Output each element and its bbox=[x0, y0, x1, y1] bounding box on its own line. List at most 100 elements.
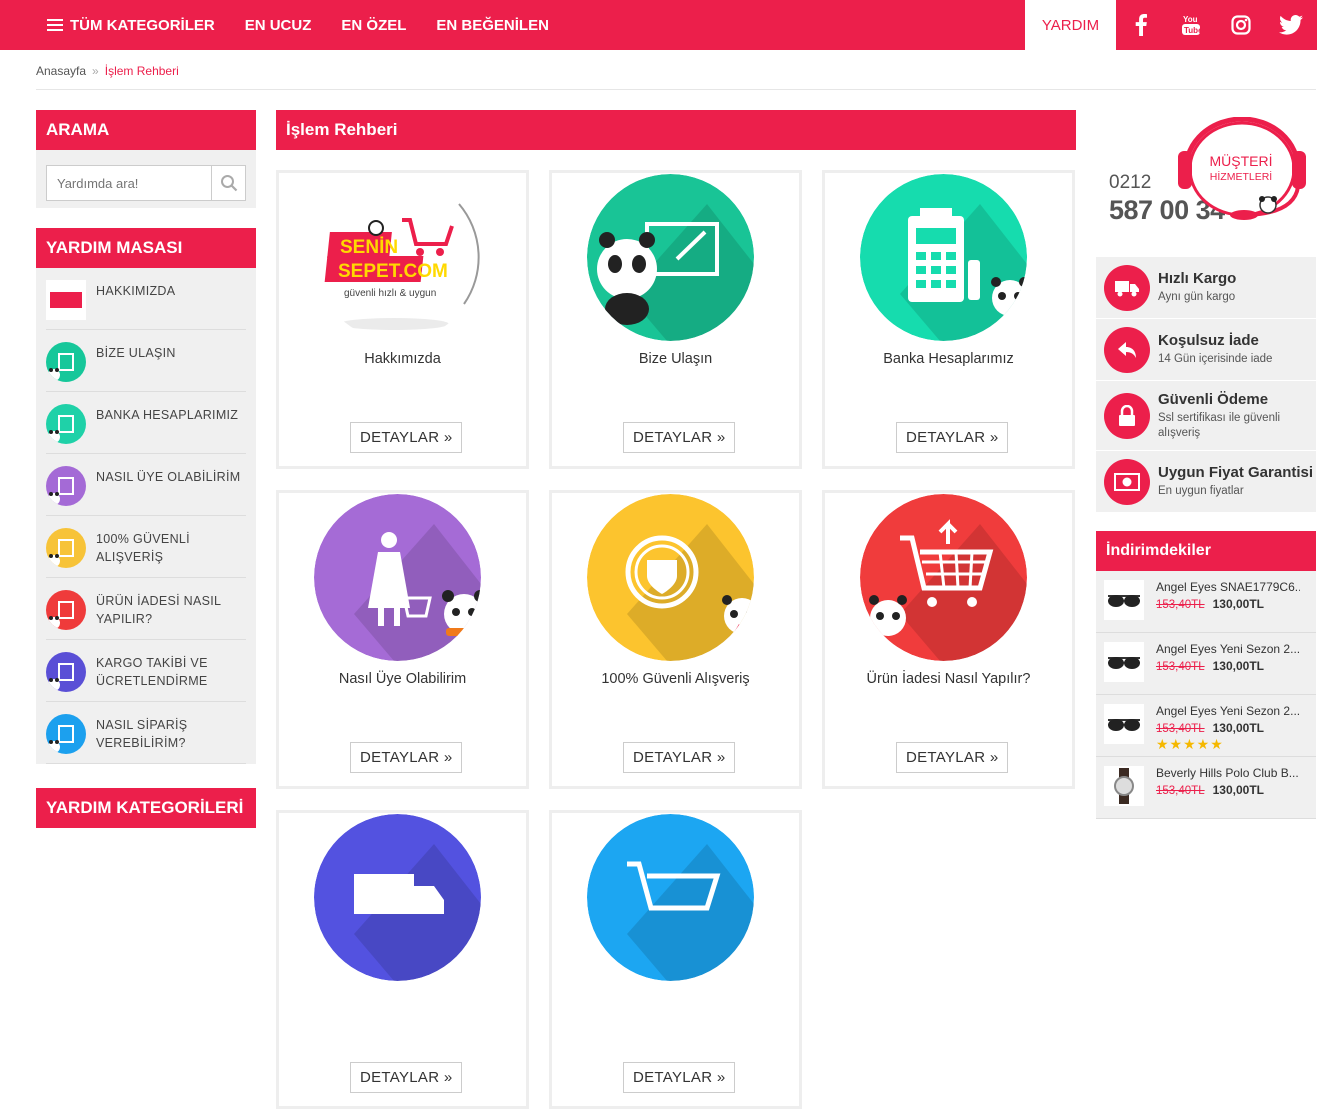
help-item-icon bbox=[46, 342, 86, 382]
twitter-icon[interactable] bbox=[1266, 0, 1316, 50]
new-price: 130,00TL bbox=[1212, 721, 1264, 735]
cart-return-icon[interactable] bbox=[860, 494, 1027, 661]
details-button[interactable]: DETAYLAR » bbox=[350, 742, 463, 773]
old-price: 153,40TL bbox=[1156, 785, 1205, 797]
sunglasses-icon[interactable] bbox=[1104, 580, 1144, 620]
main-nav: TÜM KATEGORİLER EN UCUZ EN ÖZEL EN BEĞEN… bbox=[47, 0, 579, 50]
product-name[interactable]: Angel Eyes SNAE1779C6... bbox=[1156, 580, 1300, 594]
search-box-title: ARAMA bbox=[36, 110, 256, 150]
product-name[interactable]: Angel Eyes Yeni Sezon 2... bbox=[1156, 704, 1300, 718]
details-button[interactable]: DETAYLAR » bbox=[623, 742, 736, 773]
sunglasses-icon[interactable] bbox=[1104, 704, 1144, 744]
guide-card[interactable]: Bize Ulaşın DETAYLAR » bbox=[549, 170, 802, 469]
facebook-icon[interactable] bbox=[1116, 0, 1166, 50]
product-price: 153,40TL 130,00TL bbox=[1156, 659, 1300, 673]
search-input[interactable] bbox=[47, 166, 211, 200]
guide-card[interactable]: Ürün İadesi Nasıl Yapılır? DETAYLAR » bbox=[822, 490, 1075, 789]
product-name[interactable]: Angel Eyes Yeni Sezon 2... bbox=[1156, 642, 1300, 656]
guide-card-title[interactable]: Nasıl Üye Olabilirim bbox=[279, 671, 526, 687]
help-desk-item[interactable]: HAKKIMIZDA bbox=[46, 268, 246, 330]
breadcrumb-home[interactable]: Anasayfa bbox=[36, 64, 86, 78]
details-button[interactable]: DETAYLAR » bbox=[896, 422, 1009, 453]
feature-item: Hızlı Kargo Aynı gün kargo bbox=[1096, 257, 1316, 319]
truck-icon[interactable] bbox=[314, 814, 481, 981]
nav-cheapest[interactable]: EN UCUZ bbox=[245, 17, 312, 34]
support-prefix: 0212 bbox=[1109, 172, 1152, 193]
help-item-icon bbox=[46, 652, 86, 692]
sunglasses-icon[interactable] bbox=[1104, 642, 1144, 682]
help-desk-item[interactable]: ÜRÜN İADESİ NASIL YAPILIR? bbox=[46, 578, 246, 640]
feature-title: Koşulsuz İade bbox=[1158, 332, 1259, 349]
product-price: 153,40TL 130,00TL bbox=[1156, 783, 1300, 797]
help-item-label: ÜRÜN İADESİ NASIL YAPILIR? bbox=[96, 594, 221, 626]
guide-card-title[interactable]: 100% Güvenli Alışveriş bbox=[552, 671, 799, 687]
guide-card[interactable]: Nasıl Üye Olabilirim DETAYLAR » bbox=[276, 490, 529, 789]
nav-special[interactable]: EN ÖZEL bbox=[341, 17, 406, 34]
details-button[interactable]: DETAYLAR » bbox=[350, 422, 463, 453]
help-desk-item[interactable]: NASIL ÜYE OLABİLİRİM bbox=[46, 454, 246, 516]
pos-terminal-icon[interactable] bbox=[860, 174, 1027, 341]
discounts-title: İndirimdekiler bbox=[1096, 531, 1316, 571]
guide-card-title[interactable]: Hakkımızda bbox=[279, 351, 526, 367]
search-button[interactable] bbox=[211, 166, 245, 200]
guide-card[interactable]: SENİN SEPET.COM güvenli hızlı & uygun Hakkı… bbox=[276, 170, 529, 469]
discount-info: Angel Eyes SNAE1779C6... 153,40TL 130,00TL bbox=[1156, 580, 1300, 632]
help-item-label: 100% GÜVENLİ ALIŞVERİŞ bbox=[96, 532, 190, 564]
feature-title: Uygun Fiyat Garantisi bbox=[1158, 464, 1314, 481]
help-desk-item[interactable]: 100% GÜVENLİ ALIŞVERİŞ bbox=[46, 516, 246, 578]
details-button[interactable]: DETAYLAR » bbox=[623, 422, 736, 453]
discount-info: Angel Eyes Yeni Sezon 2... 153,40TL 130,00… bbox=[1156, 704, 1300, 756]
discount-item[interactable]: Angel Eyes Yeni Sezon 2... 153,40TL 130,00… bbox=[1096, 633, 1316, 695]
details-button[interactable]: DETAYLAR » bbox=[896, 742, 1009, 773]
watch-icon[interactable] bbox=[1104, 766, 1144, 806]
guide-card[interactable]: DETAYLAR » bbox=[276, 810, 529, 1109]
lock-icon bbox=[1104, 392, 1150, 439]
help-categories-title: YARDIM KATEGORİLERİ bbox=[36, 788, 256, 828]
guide-card[interactable]: 100% Güvenli Alışveriş DETAYLAR » bbox=[549, 490, 802, 789]
guide-card-title[interactable]: Bize Ulaşın bbox=[552, 351, 799, 367]
details-button[interactable]: DETAYLAR » bbox=[623, 1062, 736, 1093]
help-item-label: HAKKIMIZDA bbox=[96, 284, 176, 298]
nav-most-liked[interactable]: EN BEĞENİLEN bbox=[436, 17, 549, 34]
shield-icon[interactable] bbox=[587, 494, 754, 661]
details-button[interactable]: DETAYLAR » bbox=[350, 1062, 463, 1093]
svg-text:You: You bbox=[1183, 15, 1198, 24]
site-logo[interactable]: SENİN SEPET.COM güvenli hızlı & uygun bbox=[314, 174, 481, 341]
guide-card[interactable]: DETAYLAR » bbox=[549, 810, 802, 1109]
help-desk-item[interactable]: NASIL SİPARİŞ VEREBİLİRİM? bbox=[46, 702, 246, 764]
discount-item[interactable]: Angel Eyes SNAE1779C6... 153,40TL 130,00TL bbox=[1096, 571, 1316, 633]
star-rating: ★★★★★ bbox=[1156, 736, 1224, 752]
discount-item[interactable]: Beverly Hills Polo Club B... 153,40TL 130,… bbox=[1096, 757, 1316, 819]
help-item-label: KARGO TAKİBİ VE ÜCRETLENDİRME bbox=[96, 656, 208, 688]
feature-text: Koşulsuz İade 14 Gün içerisinde iade bbox=[1158, 332, 1272, 367]
help-item-label: NASIL SİPARİŞ VEREBİLİRİM? bbox=[96, 718, 188, 750]
support-label-1: MÜŞTERİ bbox=[1209, 153, 1273, 169]
youtube-icon[interactable]: You Tube bbox=[1166, 0, 1216, 50]
instagram-icon[interactable] bbox=[1216, 0, 1266, 50]
help-desk-list: HAKKIMIZDA BİZE ULAŞIN BANKA HESAPLARIMIZ N… bbox=[36, 268, 256, 764]
discount-item[interactable]: Angel Eyes Yeni Sezon 2... 153,40TL 130,00… bbox=[1096, 695, 1316, 757]
guide-card-title[interactable]: Banka Hesaplarımız bbox=[825, 351, 1072, 367]
help-desk-item[interactable]: BİZE ULAŞIN bbox=[46, 330, 246, 392]
feature-subtitle: En uygun fiyatlar bbox=[1158, 485, 1244, 497]
divider bbox=[36, 89, 1316, 90]
feature-text: Uygun Fiyat Garantisi En uygun fiyatlar bbox=[1158, 464, 1313, 499]
feature-item: Koşulsuz İade 14 Gün içerisinde iade bbox=[1096, 319, 1316, 381]
guide-card[interactable]: Banka Hesaplarımız DETAYLAR » bbox=[822, 170, 1075, 469]
guide-card-title[interactable]: Ürün İadesi Nasıl Yapılır? bbox=[825, 671, 1072, 687]
feature-subtitle: Aynı gün kargo bbox=[1158, 291, 1236, 303]
features-list: Hızlı Kargo Aynı gün kargo Koşulsuz İade 14… bbox=[1096, 257, 1316, 513]
feature-item: Uygun Fiyat Garantisi En uygun fiyatlar bbox=[1096, 451, 1316, 513]
product-name[interactable]: Beverly Hills Polo Club B... bbox=[1156, 766, 1300, 780]
search-box: ARAMA bbox=[36, 110, 256, 208]
feature-subtitle: Ssl sertifikası ile güvenli alışveriş bbox=[1158, 411, 1281, 439]
woman-cart-icon[interactable] bbox=[314, 494, 481, 661]
help-tab[interactable]: YARDIM bbox=[1025, 0, 1116, 50]
help-desk-item[interactable]: KARGO TAKİBİ VE ÜCRETLENDİRME bbox=[46, 640, 246, 702]
nav-all-categories[interactable]: TÜM KATEGORİLER bbox=[47, 17, 215, 34]
panda-envelope-icon[interactable] bbox=[587, 174, 754, 341]
product-price: 153,40TL 130,00TL bbox=[1156, 597, 1300, 611]
cart-order-icon[interactable] bbox=[587, 814, 754, 981]
help-desk-item[interactable]: BANKA HESAPLARIMIZ bbox=[46, 392, 246, 454]
menu-icon bbox=[47, 19, 63, 31]
